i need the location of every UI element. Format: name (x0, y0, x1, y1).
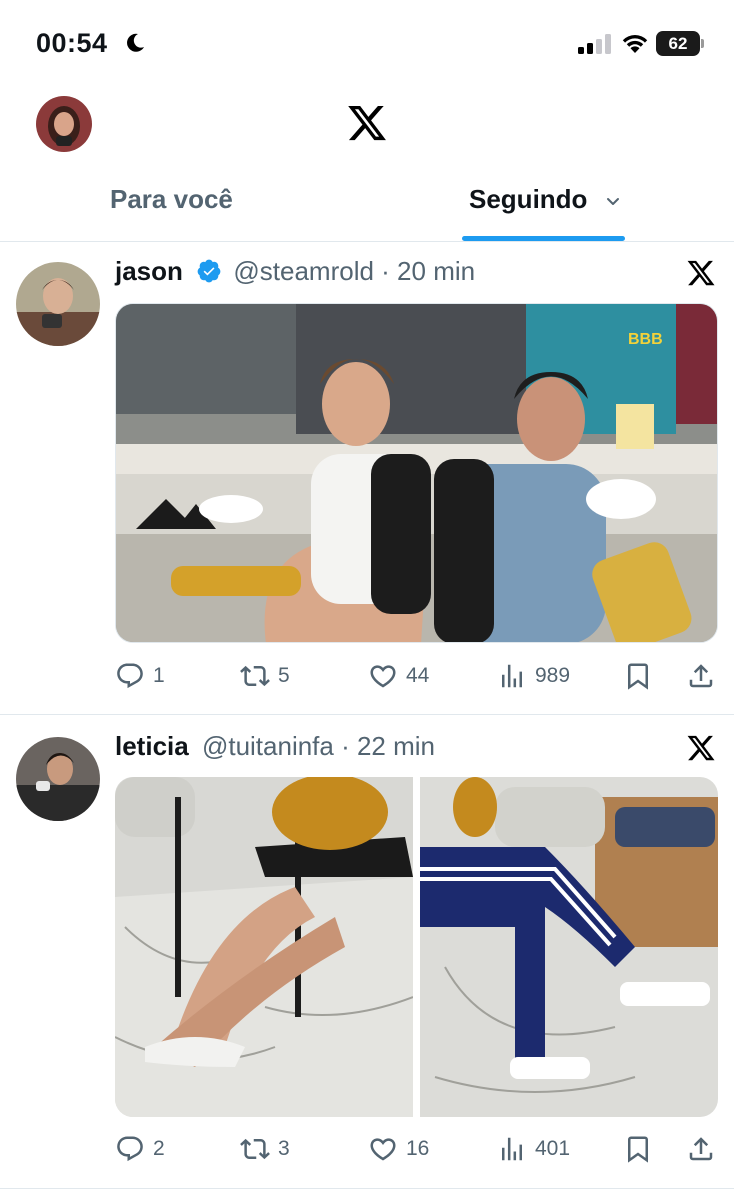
bookmark-icon (628, 663, 648, 690)
tweet-divider (0, 1188, 734, 1189)
views-count: 989 (535, 664, 571, 687)
bookmark-button[interactable] (623, 1131, 653, 1167)
share-icon (689, 1137, 713, 1161)
battery-level: 62 (656, 31, 700, 56)
reply-button[interactable]: 2 (115, 1131, 165, 1167)
bookmark-icon (628, 1136, 648, 1163)
reply-count: 2 (153, 1137, 165, 1160)
battery-cap (701, 39, 704, 48)
tab-para-voce[interactable]: Para você (110, 184, 233, 224)
verified-badge-icon (197, 259, 221, 283)
heart-icon (370, 665, 396, 688)
grok-x-icon[interactable] (686, 258, 716, 288)
status-bar: 00:54 62 (0, 0, 734, 88)
photo-right[interactable] (420, 777, 718, 1117)
tab-seguindo[interactable]: Seguindo (469, 184, 587, 224)
like-count: 44 (406, 664, 430, 687)
bookmark-button[interactable] (623, 658, 653, 694)
like-count: 16 (406, 1137, 430, 1160)
author-avatar-image (16, 737, 100, 821)
tweet-photo[interactable]: BBB (115, 303, 718, 643)
retweet-button[interactable]: 3 (240, 1131, 290, 1167)
author-avatar-image (16, 262, 100, 346)
views-chart-icon (502, 1137, 522, 1161)
x-logo-icon[interactable] (346, 102, 388, 144)
share-icon (689, 664, 713, 688)
like-button[interactable]: 16 (368, 1131, 429, 1167)
tweet-header: leticia @tuitaninfa · 22 min (115, 731, 435, 767)
profile-avatar[interactable] (36, 96, 92, 152)
reply-count: 1 (153, 664, 165, 687)
tweet[interactable]: leticia @tuitaninfa · 22 min 2 3 16 401 (0, 715, 734, 1187)
status-time: 00:54 (36, 28, 108, 58)
author-name[interactable]: leticia (115, 731, 189, 761)
tweet-meta[interactable]: @steamrold · 20 min (233, 256, 475, 286)
reply-button[interactable]: 1 (115, 658, 165, 694)
reply-icon (117, 1136, 143, 1162)
views-button[interactable]: 989 (497, 658, 570, 694)
grok-x-icon[interactable] (686, 733, 716, 763)
reply-icon (117, 663, 143, 689)
tweet-header: jason @steamrold · 20 min (115, 256, 475, 292)
retweet-count: 3 (278, 1137, 290, 1160)
signal-icon (578, 34, 611, 54)
like-button[interactable]: 44 (368, 658, 429, 694)
retweet-button[interactable]: 5 (240, 658, 290, 694)
photo-kitchen-scene: BBB (116, 304, 717, 642)
views-chart-icon (502, 664, 522, 688)
tweet[interactable]: jason @steamrold · 20 min BBB 1 5 44 989 (0, 242, 734, 714)
share-button[interactable] (686, 1131, 716, 1167)
tweet-actions: 2 3 16 401 (115, 1131, 718, 1167)
share-button[interactable] (686, 658, 716, 694)
tweet-photo-grid (115, 777, 718, 1117)
views-button[interactable]: 401 (497, 1131, 570, 1167)
wifi-icon (622, 35, 648, 53)
svg-text:BBB: BBB (628, 331, 663, 348)
retweet-count: 5 (278, 664, 290, 687)
tweet-actions: 1 5 44 989 (115, 658, 718, 694)
tweet-meta[interactable]: @tuitaninfa · 22 min (202, 731, 435, 761)
photo-grid (115, 777, 718, 1117)
views-count: 401 (535, 1137, 571, 1160)
photo-left[interactable] (115, 777, 413, 1117)
moon-icon (127, 33, 144, 52)
heart-icon (370, 1138, 396, 1161)
chevron-down-icon[interactable] (606, 197, 620, 207)
retweet-icon (240, 1138, 270, 1160)
profile-avatar-image (36, 96, 92, 152)
author-name[interactable]: jason (115, 256, 183, 286)
battery-icon: 62 (656, 31, 704, 56)
author-avatar[interactable] (16, 737, 100, 821)
retweet-icon (240, 665, 270, 687)
author-avatar[interactable] (16, 262, 100, 346)
